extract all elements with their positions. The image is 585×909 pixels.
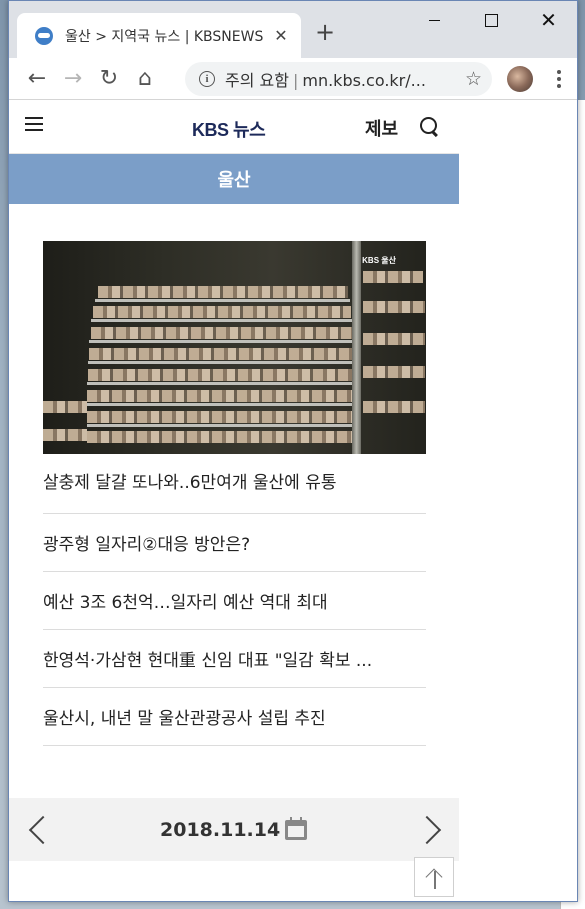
current-date: 2018.11.14	[160, 819, 281, 841]
browser-tab[interactable]: 울산 > 지역국 뉴스 | KBSNEWS ✕	[17, 13, 301, 58]
back-arrow-icon[interactable]: ←	[19, 61, 55, 97]
list-item[interactable]: 한영석·가삼현 현대重 신임 대표 "일감 확보 ...	[43, 630, 426, 688]
image-watermark: KBS 울산	[362, 256, 396, 265]
address-text[interactable]: 주의 요함 | mn.kbs.co.kr/...	[225, 67, 440, 91]
image-pole	[352, 241, 361, 454]
page-blank-area	[459, 101, 577, 901]
scroll-to-top-button[interactable]	[414, 857, 454, 897]
hamburger-menu-icon[interactable]	[25, 117, 43, 131]
close-window-button[interactable]: ✕	[520, 1, 577, 39]
search-icon[interactable]	[420, 117, 440, 137]
address-separator: |	[292, 71, 299, 90]
calendar-icon[interactable]	[285, 817, 307, 840]
headline-title[interactable]: 살충제 달걀 또나와..6만여개 울산에 유통	[43, 454, 426, 514]
site-logo[interactable]: KBS 뉴스	[192, 116, 266, 142]
headline-image[interactable]: KBS 울산	[43, 241, 426, 454]
address-bar[interactable]: i 주의 요함 | mn.kbs.co.kr/... ☆	[185, 62, 492, 96]
browser-toolbar: ← → ↻ ⌂ i 주의 요함 | mn.kbs.co.kr/... ☆	[9, 58, 577, 100]
info-icon[interactable]: i	[199, 71, 215, 87]
reload-icon[interactable]: ↻	[91, 61, 127, 97]
url-text: mn.kbs.co.kr/...	[302, 71, 426, 90]
site-header: KBS 뉴스 제보	[9, 101, 459, 154]
tab-title: 울산 > 지역국 뉴스 | KBSNEWS	[65, 28, 264, 45]
list-item[interactable]: 울산시, 내년 말 울산관광공사 설립 추진	[43, 688, 426, 746]
title-bar: 울산 > 지역국 뉴스 | KBSNEWS ✕ + ✕	[9, 1, 577, 58]
forward-arrow-icon[interactable]: →	[55, 61, 91, 97]
browser-menu-icon[interactable]	[549, 66, 569, 92]
minimize-button[interactable]	[406, 1, 463, 39]
page-content: KBS 뉴스 제보 울산 KBS 울산 살충제 달걀 또나와..6만여개 울산에…	[9, 101, 459, 901]
report-button[interactable]: 제보	[365, 115, 398, 141]
region-title: 울산	[9, 154, 459, 204]
profile-avatar[interactable]	[507, 66, 533, 92]
window-controls: ✕	[406, 1, 577, 39]
maximize-button[interactable]	[463, 1, 520, 39]
list-item[interactable]: 광주형 일자리②대응 방안은?	[43, 514, 426, 572]
tab-close-icon[interactable]: ✕	[271, 26, 291, 45]
news-list: KBS 울산 살충제 달걀 또나와..6만여개 울산에 유통 광주형 일자리②대…	[43, 241, 426, 746]
bookmark-star-icon[interactable]: ☆	[465, 68, 482, 90]
home-icon[interactable]: ⌂	[127, 61, 163, 97]
new-tab-button[interactable]: +	[312, 19, 338, 45]
list-item[interactable]: 예산 3조 6천억…일자리 예산 역대 최대	[43, 572, 426, 630]
date-navigation: 2018.11.14	[9, 798, 459, 861]
browser-window: 울산 > 지역국 뉴스 | KBSNEWS ✕ + ✕ ← → ↻ ⌂ i 주의…	[8, 0, 578, 902]
previous-date-icon[interactable]	[25, 814, 55, 844]
next-date-icon[interactable]	[417, 814, 447, 844]
security-label: 주의 요함	[225, 71, 289, 90]
kbs-favicon-icon	[35, 26, 53, 45]
